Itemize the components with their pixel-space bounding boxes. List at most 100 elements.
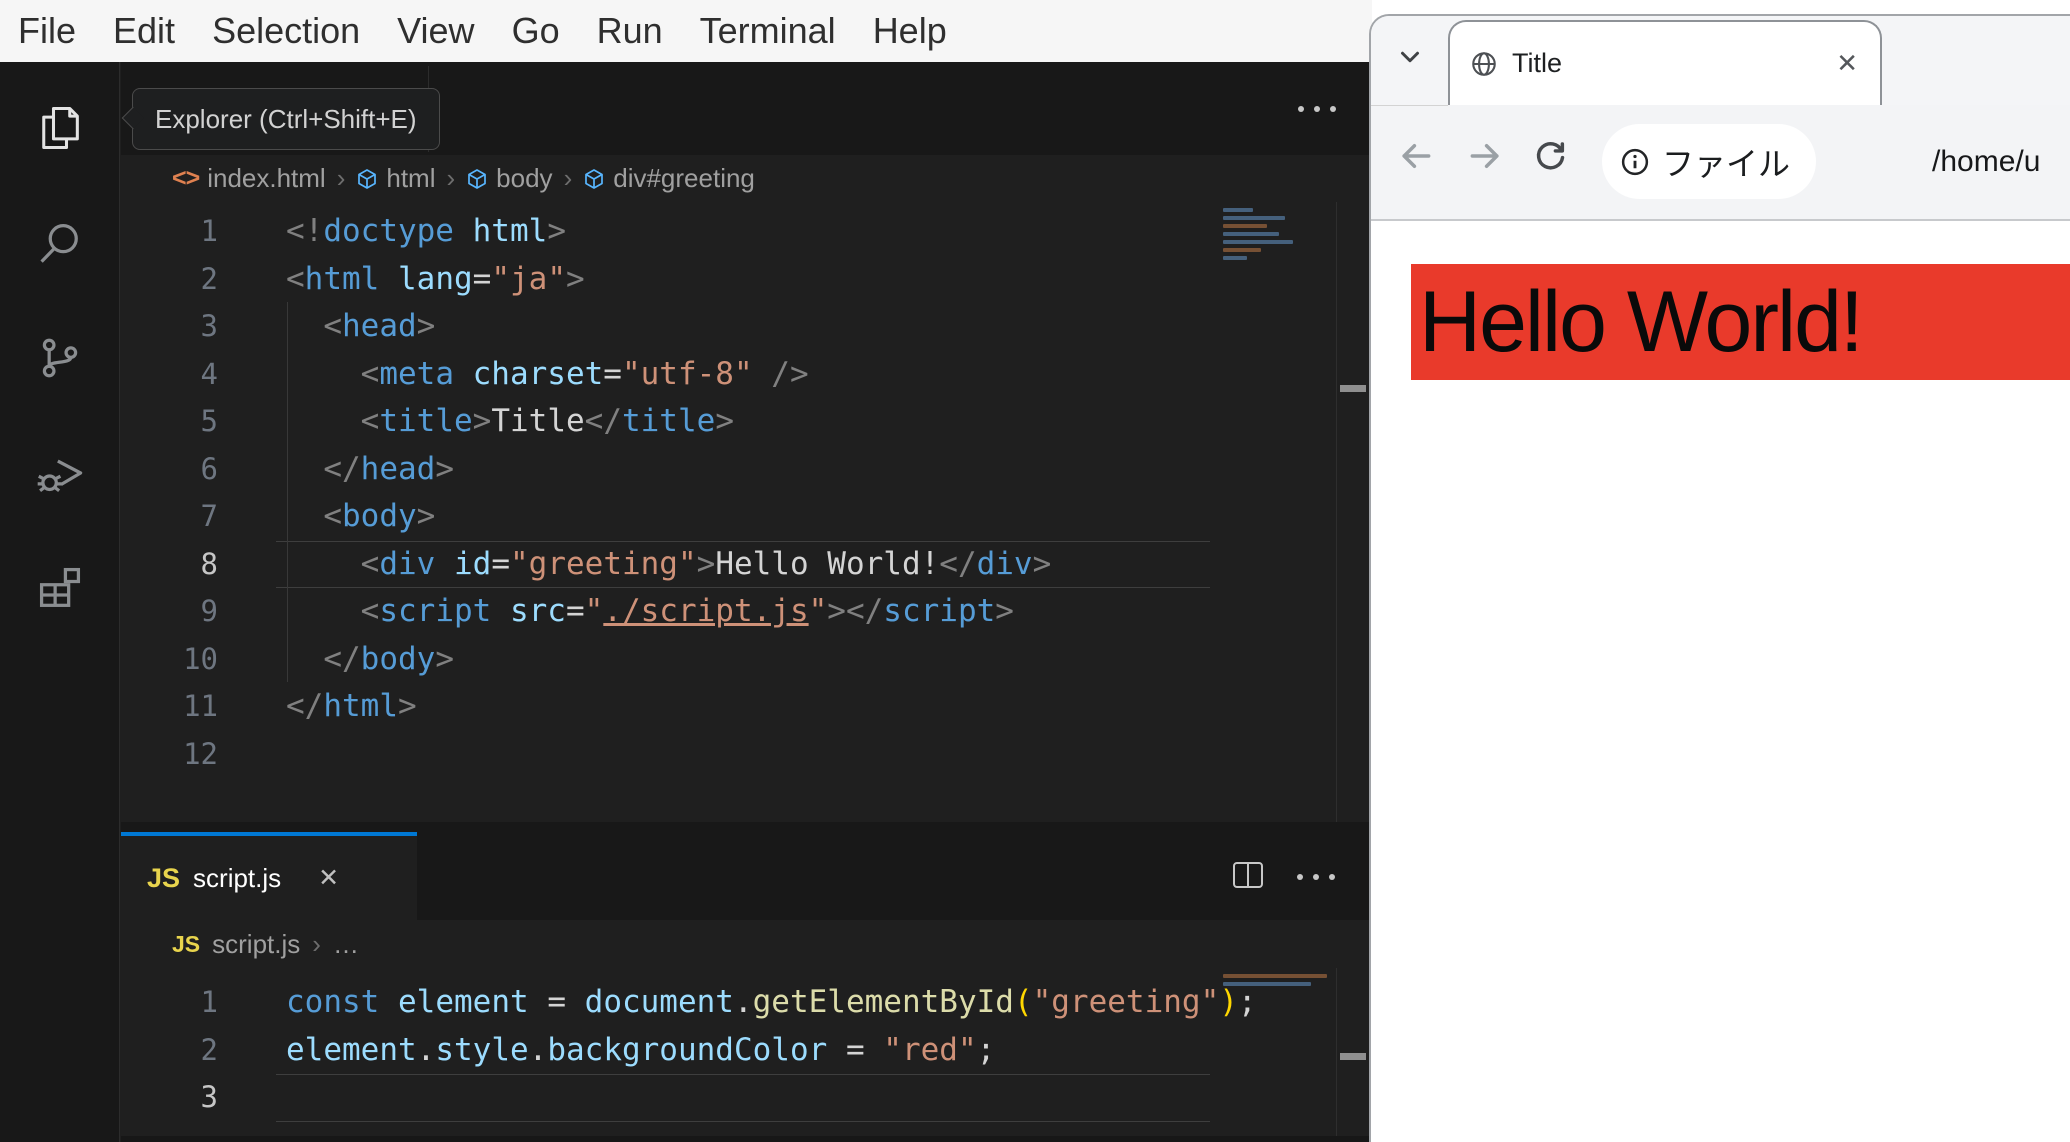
code-token: . [528, 1031, 548, 1068]
menu-item-file[interactable]: File [18, 10, 76, 52]
code-token: backgroundColor [547, 1031, 828, 1068]
js-editor[interactable]: 1 const element = document.getElementById… [121, 968, 1369, 1142]
breadcrumb-more[interactable]: … [333, 929, 359, 960]
breadcrumb-label: body [496, 163, 553, 193]
code-token: = [491, 545, 510, 582]
more-actions-icon[interactable] [1298, 106, 1336, 112]
tab-label: script.js [193, 862, 282, 893]
scheme-chip-label: ファイル [1662, 145, 1791, 182]
code-lines: 1 const element = document.getElementById… [121, 968, 1369, 1122]
sidebar-item-run-debug[interactable] [0, 415, 120, 530]
code-line[interactable]: 1 <!doctype html> [121, 208, 1369, 256]
line-number: 7 [200, 499, 218, 533]
code-text: </body> [218, 636, 454, 684]
code-token: ( [1013, 984, 1033, 1020]
code-token: html [304, 260, 380, 297]
back-icon[interactable] [1397, 137, 1435, 175]
code-token: . [416, 1031, 436, 1068]
code-token: " [584, 593, 604, 629]
reload-icon[interactable] [1531, 137, 1569, 175]
code-token: > [696, 545, 716, 582]
code-line[interactable]: 2 <html lang="ja"> [121, 256, 1369, 304]
code-line[interactable]: 10 </body> [121, 636, 1369, 684]
code-token: > [435, 640, 454, 677]
code-token: "red" [883, 1031, 977, 1068]
scrollbar-thumb[interactable] [1340, 1053, 1366, 1060]
code-line[interactable]: 12 [121, 731, 1369, 779]
code-token: element [398, 984, 529, 1020]
panel-bottom-strip [121, 1136, 1369, 1142]
code-line[interactable]: 3 [121, 1074, 1369, 1122]
code-line[interactable]: 6 </head> [121, 446, 1369, 494]
minimap[interactable] [1223, 204, 1333, 264]
tooltip-text: Explorer (Ctrl+Shift+E) [155, 103, 417, 134]
sidebar-item-extensions[interactable] [0, 530, 120, 645]
code-token: < [360, 403, 380, 439]
code-token: const [286, 984, 380, 1020]
tab-search-chevron-icon[interactable] [1395, 42, 1425, 72]
activity-bar [0, 62, 120, 1142]
more-actions-icon[interactable] [1297, 874, 1335, 880]
code-lines: 1 <!doctype html> 2 <html lang="ja"> 3 <head… [121, 202, 1369, 778]
menu-item-view[interactable]: View [397, 10, 474, 52]
code-token: element [286, 1031, 417, 1068]
menu-item-go[interactable]: Go [512, 10, 560, 52]
menu-bar: File Edit Selection View Go Run Terminal Help [0, 0, 1372, 62]
code-token: meta [379, 355, 454, 392]
code-token: > [416, 498, 436, 534]
line-number: 11 [183, 689, 218, 723]
code-token: id [435, 545, 492, 582]
menu-item-run[interactable]: Run [597, 10, 663, 52]
menu-item-selection[interactable]: Selection [212, 10, 360, 52]
url-text[interactable]: /home/u [1932, 145, 2040, 179]
code-text: </html> [218, 683, 417, 731]
code-token: </ [323, 640, 361, 677]
breadcrumb-item[interactable]: div#greeting [583, 163, 755, 194]
code-token: Hello World! [715, 545, 940, 582]
code-line[interactable]: 5 <title>Title</title> [121, 398, 1369, 446]
menu-item-edit[interactable]: Edit [113, 10, 175, 52]
breadcrumb-item[interactable]: html [356, 163, 436, 194]
line-number: 1 [200, 214, 218, 248]
close-tab-icon[interactable]: ✕ [1836, 48, 1858, 79]
tab-script-js[interactable]: JS script.js ✕ [121, 832, 417, 920]
minimap[interactable] [1223, 970, 1333, 990]
code-line[interactable]: 11 </html> [121, 683, 1369, 731]
code-token: = [472, 260, 492, 297]
code-token: lang [379, 260, 473, 297]
menu-item-terminal[interactable]: Terminal [700, 10, 836, 52]
code-token: < [360, 593, 380, 629]
browser-tab[interactable]: Title ✕ [1448, 20, 1882, 105]
code-line[interactable]: 3 <head> [121, 303, 1369, 351]
line-number: 3 [200, 1080, 218, 1114]
code-line[interactable]: 4 <meta charset="utf-8" /> [121, 351, 1369, 399]
code-line[interactable]: 8 <div id="greeting">Hello World!</div> [121, 540, 1369, 589]
page-greeting-text: Hello World! [1419, 274, 1864, 370]
code-line[interactable]: 7 <body> [121, 493, 1369, 541]
sidebar-item-search[interactable] [0, 185, 120, 300]
code-token: <! [286, 213, 324, 249]
sidebar-item-explorer[interactable] [0, 70, 120, 185]
code-line[interactable]: 9 <script src="./script.js"></script> [121, 588, 1369, 636]
breadcrumb-item[interactable]: <> index.html [172, 163, 326, 194]
panel-tab-bar: JS script.js ✕ [121, 822, 1369, 920]
close-tab-icon[interactable]: ✕ [318, 863, 339, 893]
sidebar-item-source-control[interactable] [0, 300, 120, 415]
menu-item-help[interactable]: Help [873, 10, 947, 52]
code-token: < [360, 355, 380, 392]
scrollbar-thumb[interactable] [1340, 385, 1366, 392]
split-editor-icon[interactable] [1233, 862, 1263, 888]
html-editor[interactable]: 1 <!doctype html> 2 <html lang="ja"> 3 <head… [121, 202, 1369, 822]
site-info-chip[interactable]: ファイル [1602, 124, 1817, 199]
breadcrumb-file[interactable]: script.js [212, 929, 300, 960]
code-token: " [808, 593, 828, 629]
code-token: . [733, 984, 753, 1020]
breadcrumb-separator: › [336, 163, 346, 193]
code-token: < [323, 498, 342, 534]
breadcrumb-item[interactable]: body [466, 163, 553, 194]
code-line[interactable]: 2 element.style.backgroundColor = "red"; [121, 1027, 1369, 1075]
forward-icon[interactable] [1466, 137, 1504, 175]
code-line[interactable]: 1 const element = document.getElementById… [121, 979, 1369, 1027]
code-token: > [565, 260, 585, 297]
